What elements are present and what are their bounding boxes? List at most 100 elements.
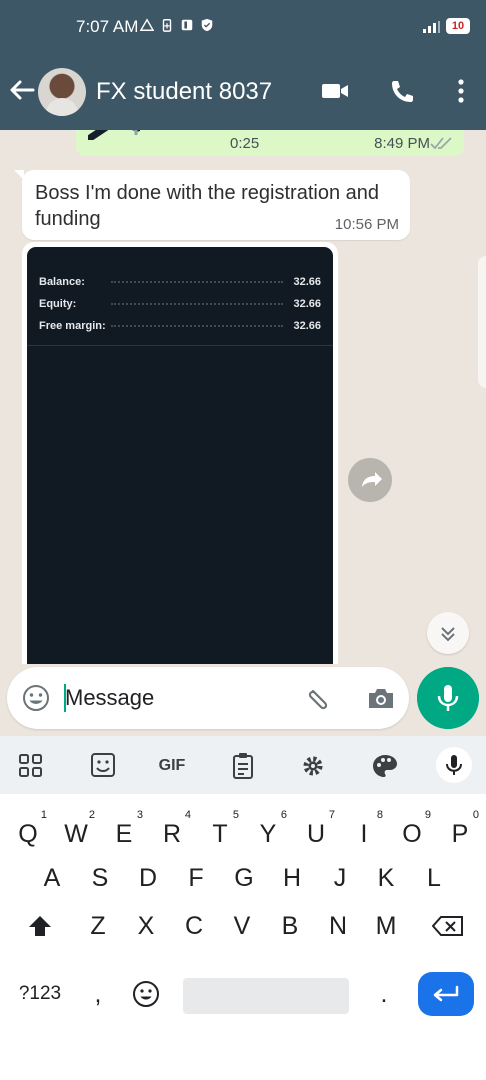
free-margin-value: 32.66 bbox=[293, 320, 321, 332]
free-margin-label: Free margin: bbox=[39, 320, 106, 332]
shift-key[interactable] bbox=[18, 904, 62, 948]
key-x[interactable]: X bbox=[124, 904, 168, 948]
key-hint: 8 bbox=[376, 809, 383, 821]
equity-row: Equity: 32.66 bbox=[39, 295, 321, 313]
free-margin-row: Free margin: 32.66 bbox=[39, 317, 321, 335]
gif-button[interactable]: GIF bbox=[152, 752, 192, 780]
key-a[interactable]: A bbox=[30, 856, 74, 900]
emoji-icon bbox=[133, 981, 159, 1007]
key-c[interactable]: C bbox=[172, 904, 216, 948]
image-message-bubble[interactable]: Balance: 32.66 Equity: 32.66 Free margin… bbox=[22, 242, 338, 664]
text-caret bbox=[64, 684, 66, 712]
balance-row: Balance: 32.66 bbox=[39, 273, 321, 291]
more-options-icon[interactable] bbox=[446, 78, 476, 104]
account-screenshot[interactable]: Balance: 32.66 Equity: 32.66 Free margin… bbox=[27, 247, 333, 664]
key-e[interactable]: E3 bbox=[102, 809, 146, 856]
backspace-key[interactable] bbox=[424, 904, 472, 948]
key-g[interactable]: G bbox=[222, 856, 266, 900]
office-icon bbox=[181, 19, 193, 31]
status-bar: 7:07 AM 10 bbox=[0, 0, 486, 50]
voice-call-icon[interactable] bbox=[386, 78, 416, 104]
key-n[interactable]: N bbox=[316, 904, 360, 948]
message-composer[interactable]: Message bbox=[7, 667, 409, 729]
dotted-leader bbox=[111, 325, 283, 327]
voice-duration: 0:25 bbox=[230, 135, 260, 152]
key-l[interactable]: L bbox=[412, 856, 456, 900]
voice-wave-icon bbox=[88, 130, 140, 140]
read-ticks-icon bbox=[430, 137, 452, 150]
key-r[interactable]: R4 bbox=[150, 809, 194, 856]
symbols-key[interactable]: ?123 bbox=[12, 972, 68, 1016]
key-y[interactable]: Y6 bbox=[246, 809, 290, 856]
key-u[interactable]: U7 bbox=[294, 809, 338, 856]
mic-button[interactable] bbox=[417, 667, 479, 729]
signal-icon bbox=[423, 21, 440, 33]
key-t[interactable]: T5 bbox=[198, 809, 242, 856]
video-call-icon[interactable] bbox=[320, 78, 350, 104]
key-label: R bbox=[162, 819, 182, 848]
message-text: Boss I'm done with the registration and … bbox=[35, 182, 380, 230]
contact-name[interactable]: FX student 8037 bbox=[96, 78, 272, 106]
key-i[interactable]: I8 bbox=[342, 809, 386, 856]
key-hint: 6 bbox=[280, 809, 287, 821]
enter-key[interactable] bbox=[418, 972, 474, 1016]
comma-key[interactable]: , bbox=[78, 972, 118, 1016]
apps-grid-icon[interactable] bbox=[16, 752, 46, 780]
key-label: E bbox=[115, 819, 133, 848]
key-label: W bbox=[64, 819, 88, 848]
voice-typing-icon[interactable] bbox=[436, 747, 472, 783]
settings-icon[interactable] bbox=[298, 752, 328, 780]
keyboard-toolbar: GIF bbox=[0, 736, 486, 794]
equity-value: 32.66 bbox=[293, 298, 321, 310]
voice-message-bubble[interactable]: 0:25 8:49 PM bbox=[76, 130, 464, 156]
divider bbox=[27, 345, 333, 346]
key-hint: 3 bbox=[136, 809, 143, 821]
forward-icon[interactable] bbox=[348, 458, 392, 502]
side-panel-tab[interactable] bbox=[478, 256, 486, 388]
key-d[interactable]: D bbox=[126, 856, 170, 900]
key-h[interactable]: H bbox=[270, 856, 314, 900]
voice-time: 8:49 PM bbox=[374, 135, 430, 152]
key-j[interactable]: J bbox=[318, 856, 362, 900]
clipboard-icon[interactable] bbox=[228, 752, 258, 780]
key-p[interactable]: P0 bbox=[438, 809, 482, 856]
shield-icon bbox=[201, 18, 213, 32]
key-label: O bbox=[402, 819, 422, 848]
key-o[interactable]: O9 bbox=[390, 809, 434, 856]
key-label: Y bbox=[259, 819, 277, 848]
key-label: P bbox=[451, 819, 469, 848]
contact-avatar[interactable] bbox=[38, 68, 86, 116]
top-bar: 7:07 AM 10 FX student 8037 bbox=[0, 0, 486, 130]
key-v[interactable]: V bbox=[220, 904, 264, 948]
chat-header: FX student 8037 bbox=[0, 50, 486, 130]
shift-icon bbox=[29, 916, 51, 936]
emoji-key[interactable] bbox=[124, 972, 168, 1016]
key-label: T bbox=[212, 819, 228, 848]
key-k[interactable]: K bbox=[364, 856, 408, 900]
emoji-icon[interactable] bbox=[21, 683, 51, 713]
camera-icon[interactable] bbox=[365, 683, 397, 713]
sticker-icon[interactable] bbox=[88, 752, 118, 780]
message-time: 10:56 PM bbox=[334, 216, 399, 233]
key-s[interactable]: S bbox=[78, 856, 122, 900]
key-f[interactable]: F bbox=[174, 856, 218, 900]
chat-area[interactable]: 0:25 8:49 PM Boss I'm done with the regi… bbox=[0, 130, 486, 664]
key-m[interactable]: M bbox=[364, 904, 408, 948]
dotted-leader bbox=[111, 281, 283, 283]
key-hint: 7 bbox=[328, 809, 335, 821]
dotted-leader bbox=[111, 303, 283, 305]
period-key[interactable]: . bbox=[364, 972, 404, 1016]
key-q[interactable]: Q1 bbox=[6, 809, 50, 856]
key-z[interactable]: Z bbox=[76, 904, 120, 948]
key-hint: 9 bbox=[424, 809, 431, 821]
attach-icon[interactable] bbox=[303, 683, 335, 713]
space-key[interactable] bbox=[183, 978, 349, 1014]
palette-icon[interactable] bbox=[370, 752, 400, 780]
battery-saver-icon bbox=[162, 19, 172, 32]
key-b[interactable]: B bbox=[268, 904, 312, 948]
key-w[interactable]: W2 bbox=[54, 809, 98, 856]
scroll-down-icon[interactable] bbox=[427, 612, 469, 654]
message-input[interactable]: Message bbox=[65, 684, 275, 712]
back-arrow-icon[interactable] bbox=[8, 78, 36, 102]
incoming-message-bubble[interactable]: Boss I'm done with the registration and … bbox=[14, 170, 410, 240]
